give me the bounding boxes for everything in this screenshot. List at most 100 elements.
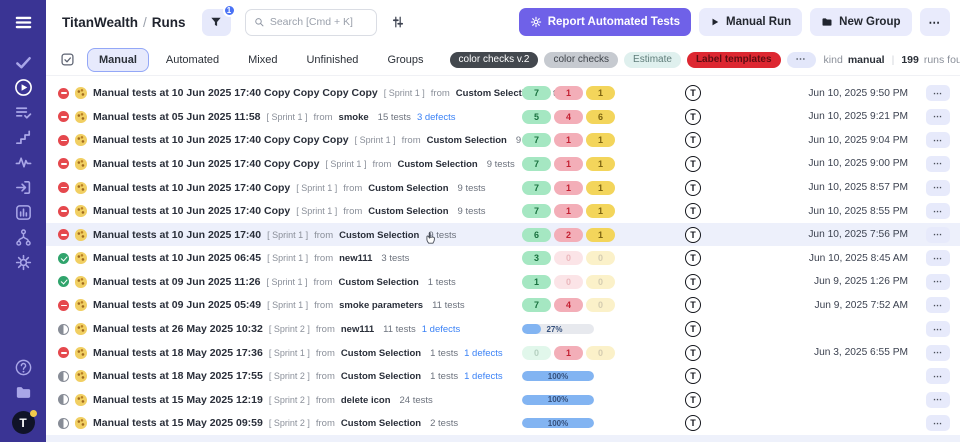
tab-groups[interactable]: Groups bbox=[375, 48, 435, 72]
label-badge[interactable]: ⋯ bbox=[787, 52, 816, 68]
row-more-button[interactable]: ⋯ bbox=[926, 109, 950, 125]
run-avatar-cell: T bbox=[618, 415, 768, 431]
select-all-icon[interactable] bbox=[60, 52, 75, 67]
run-tests-count: 1 tests bbox=[428, 277, 456, 288]
run-avatar-cell: T bbox=[618, 274, 768, 290]
tab-automated[interactable]: Automated bbox=[154, 48, 231, 72]
run-title[interactable]: Manual tests at 10 Jun 2025 17:40 Copy bbox=[93, 182, 290, 194]
run-row-main: Manual tests at 10 Jun 2025 17:40 Copy C… bbox=[58, 134, 522, 146]
run-defects-link[interactable]: 1 defects bbox=[464, 371, 503, 382]
manual-run-button[interactable]: Manual Run bbox=[699, 8, 802, 36]
run-row[interactable]: Manual tests at 09 Jun 2025 11:26[ Sprin… bbox=[46, 270, 960, 294]
row-more-button[interactable]: ⋯ bbox=[926, 227, 950, 243]
run-title[interactable]: Manual tests at 10 Jun 2025 17:40 bbox=[93, 229, 261, 241]
activity-icon[interactable] bbox=[11, 150, 35, 174]
run-title[interactable]: Manual tests at 10 Jun 2025 17:40 Copy C… bbox=[93, 87, 378, 99]
pill-other: 0 bbox=[586, 346, 615, 360]
row-more-button[interactable]: ⋯ bbox=[926, 368, 950, 384]
row-more-button[interactable]: ⋯ bbox=[926, 85, 950, 101]
run-row[interactable]: Manual tests at 10 Jun 2025 17:40 Copy[ … bbox=[46, 199, 960, 223]
progress-bar: 100% bbox=[522, 371, 594, 381]
run-row[interactable]: Manual tests at 10 Jun 2025 17:40 Copy C… bbox=[46, 129, 960, 153]
progress-bar: 100% bbox=[522, 418, 594, 428]
run-title[interactable]: Manual tests at 09 Jun 2025 05:49 bbox=[93, 299, 261, 311]
pill-other: 1 bbox=[586, 181, 615, 195]
filter-button[interactable]: 1 bbox=[202, 9, 231, 36]
adjustments-icon[interactable] bbox=[391, 15, 405, 29]
row-more-button[interactable]: ⋯ bbox=[926, 180, 950, 196]
run-title[interactable]: Manual tests at 15 May 2025 09:59 bbox=[93, 417, 263, 429]
run-title[interactable]: Manual tests at 26 May 2025 10:32 bbox=[93, 323, 263, 335]
row-more-button[interactable]: ⋯ bbox=[926, 297, 950, 313]
run-title[interactable]: Manual tests at 18 May 2025 17:36 bbox=[93, 347, 263, 359]
pill-failed: 0 bbox=[554, 251, 583, 265]
run-row[interactable]: Manual tests at 09 Jun 2025 05:49[ Sprin… bbox=[46, 294, 960, 318]
label-badge[interactable]: Estimate bbox=[624, 52, 681, 68]
run-avatar-cell: T bbox=[618, 180, 768, 196]
run-title[interactable]: Manual tests at 10 Jun 2025 17:40 Copy C… bbox=[93, 134, 349, 146]
run-row[interactable]: Manual tests at 15 May 2025 12:19[ Sprin… bbox=[46, 388, 960, 412]
row-more-button[interactable]: ⋯ bbox=[926, 345, 950, 361]
label-badge[interactable]: Label templates bbox=[687, 52, 781, 68]
row-more-button[interactable]: ⋯ bbox=[926, 250, 950, 266]
run-title[interactable]: Manual tests at 10 Jun 2025 17:40 Copy C… bbox=[93, 158, 319, 170]
play-circle-icon[interactable] bbox=[11, 75, 35, 99]
run-row[interactable]: Manual tests at 15 May 2025 09:59[ Sprin… bbox=[46, 412, 960, 436]
run-row[interactable]: Manual tests at 10 Jun 2025 06:45[ Sprin… bbox=[46, 246, 960, 270]
gear-icon[interactable] bbox=[11, 250, 35, 274]
row-more-button[interactable]: ⋯ bbox=[926, 392, 950, 408]
list-check-icon[interactable] bbox=[11, 100, 35, 124]
pill-passed: 5 bbox=[522, 110, 551, 124]
run-title[interactable]: Manual tests at 18 May 2025 17:55 bbox=[93, 370, 263, 382]
run-row[interactable]: Manual tests at 18 May 2025 17:36[ Sprin… bbox=[46, 341, 960, 365]
run-row[interactable]: Manual tests at 05 Jun 2025 11:58[ Sprin… bbox=[46, 105, 960, 129]
branch-icon[interactable] bbox=[11, 225, 35, 249]
check-icon[interactable] bbox=[11, 50, 35, 74]
row-more-button[interactable]: ⋯ bbox=[926, 132, 950, 148]
row-more-button[interactable]: ⋯ bbox=[926, 203, 950, 219]
label-badge[interactable]: color checks v.2 bbox=[450, 52, 539, 68]
exit-box-icon[interactable] bbox=[11, 175, 35, 199]
report-automated-tests-button[interactable]: Report Automated Tests bbox=[519, 8, 691, 36]
label-badge[interactable]: color checks bbox=[544, 52, 618, 68]
run-title[interactable]: Manual tests at 09 Jun 2025 11:26 bbox=[93, 276, 261, 288]
row-more-button[interactable]: ⋯ bbox=[926, 156, 950, 172]
run-title[interactable]: Manual tests at 05 Jun 2025 11:58 bbox=[93, 111, 261, 123]
run-date: Jun 10, 2025 9:21 PM bbox=[768, 111, 918, 122]
run-defects-link[interactable]: 1 defects bbox=[464, 348, 503, 359]
main-content: TitanWealth / Runs 1 Report Automated Te… bbox=[46, 0, 960, 442]
row-more-button[interactable]: ⋯ bbox=[926, 274, 950, 290]
breadcrumb-project[interactable]: TitanWealth bbox=[62, 15, 138, 30]
new-group-button[interactable]: New Group bbox=[810, 8, 911, 36]
run-result: 546 bbox=[522, 110, 618, 124]
menu-icon[interactable] bbox=[11, 10, 35, 34]
run-defects-link[interactable]: 1 defects bbox=[422, 324, 461, 335]
pill-other: 1 bbox=[586, 204, 615, 218]
run-title[interactable]: Manual tests at 15 May 2025 12:19 bbox=[93, 394, 263, 406]
run-row[interactable]: Manual tests at 26 May 2025 10:32[ Sprin… bbox=[46, 317, 960, 341]
run-row[interactable]: Manual tests at 10 Jun 2025 17:40[ Sprin… bbox=[46, 223, 960, 247]
run-title[interactable]: Manual tests at 10 Jun 2025 06:45 bbox=[93, 252, 261, 264]
help-icon[interactable] bbox=[11, 355, 35, 379]
run-defects-link[interactable]: 3 defects bbox=[417, 112, 456, 123]
folder-icon[interactable] bbox=[11, 380, 35, 404]
run-row[interactable]: Manual tests at 10 Jun 2025 17:40 Copy C… bbox=[46, 81, 960, 105]
workspace-avatar[interactable]: T bbox=[12, 411, 35, 434]
run-row[interactable]: Manual tests at 10 Jun 2025 17:40 Copy C… bbox=[46, 152, 960, 176]
steps-icon[interactable] bbox=[11, 125, 35, 149]
search-input[interactable] bbox=[270, 16, 368, 28]
tab-mixed[interactable]: Mixed bbox=[236, 48, 289, 72]
run-row[interactable]: Manual tests at 10 Jun 2025 17:40 Copy[ … bbox=[46, 176, 960, 200]
run-avatar-cell: T bbox=[618, 203, 768, 219]
analytics-icon[interactable] bbox=[11, 200, 35, 224]
run-title[interactable]: Manual tests at 10 Jun 2025 17:40 Copy bbox=[93, 205, 290, 217]
search-box[interactable] bbox=[245, 9, 377, 36]
run-row[interactable]: Manual tests at 18 May 2025 17:55[ Sprin… bbox=[46, 364, 960, 388]
row-more-button[interactable]: ⋯ bbox=[926, 415, 950, 431]
from-label: from bbox=[314, 112, 333, 123]
run-date: Jun 9, 2025 1:26 PM bbox=[768, 276, 918, 287]
header-more-button[interactable]: ⋯ bbox=[920, 8, 951, 36]
row-more-button[interactable]: ⋯ bbox=[926, 321, 950, 337]
tab-manual[interactable]: Manual bbox=[87, 48, 149, 72]
tab-unfinished[interactable]: Unfinished bbox=[294, 48, 370, 72]
